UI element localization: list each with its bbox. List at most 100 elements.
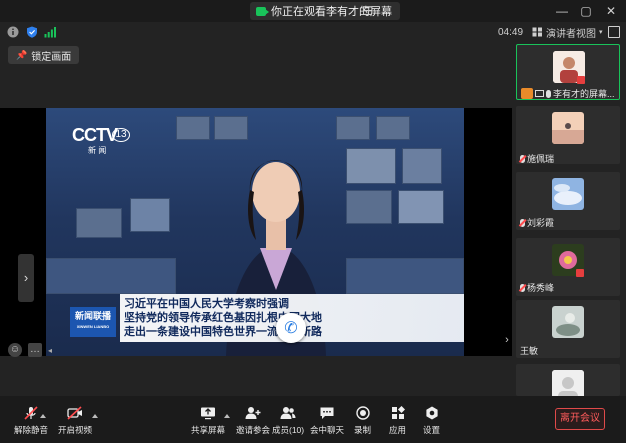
chevron-right-icon[interactable]: › — [502, 330, 512, 350]
studio-monitor — [130, 198, 170, 232]
share-status-text: 你正在观看李有才的屏幕 — [271, 6, 392, 18]
apps-button[interactable]: 应用 — [389, 406, 406, 436]
screen-share-icon — [535, 90, 544, 97]
tile-name-row: 施佩瑞 — [520, 152, 554, 165]
apps-icon — [390, 406, 406, 420]
participant-name: 施佩瑞 — [527, 154, 555, 164]
record-label: 录制 — [354, 425, 372, 435]
view-mode-dropdown[interactable]: 演讲者视图 ▾ — [532, 25, 603, 40]
shield-icon[interactable] — [26, 26, 38, 38]
share-screen-button[interactable]: 共享屏幕 — [191, 406, 225, 436]
reaction-tools: ☺ … ◂ — [8, 343, 52, 357]
badge-icon — [577, 76, 585, 84]
settings-label: 设置 — [423, 425, 441, 435]
meeting-timer: 04:49 — [498, 27, 524, 38]
chevron-up-icon[interactable] — [224, 414, 230, 418]
participant-tile[interactable]: 施佩瑞 — [516, 106, 620, 164]
chevron-right-icon[interactable]: › — [18, 254, 34, 302]
tile-name-row: 李有才的屏幕... — [521, 87, 615, 100]
invite-button[interactable]: 邀请参会 — [236, 406, 270, 436]
chevron-down-icon: ▾ — [599, 29, 603, 36]
participant-name: 杨秀峰 — [527, 283, 555, 293]
screen-share-icon — [200, 406, 216, 420]
lock-screen-label: 锁定画面 — [31, 51, 72, 63]
host-icon — [521, 88, 533, 99]
emoji-icon[interactable]: ☺ — [8, 343, 22, 357]
settings-button[interactable]: 设置 — [423, 406, 440, 436]
studio-monitor — [346, 190, 392, 224]
participant-tile[interactable]: 刘彩霞 — [516, 172, 620, 230]
avatar — [552, 306, 584, 338]
shared-screen-area: CCTV 13 新 闻 新闻联播 XINWEN LIANBO 习近平在中国人民大… — [0, 108, 512, 356]
comment-icon[interactable]: … — [28, 343, 42, 357]
tile-name-row: 王敏 — [520, 344, 538, 357]
minimize-icon[interactable]: — — [554, 3, 570, 19]
lock-screen-button[interactable]: 📌 锁定画面 — [8, 46, 80, 64]
program-logo: 新闻联播 XINWEN LIANBO — [70, 307, 116, 337]
studio-monitor — [398, 190, 444, 224]
meeting-window: 你正在观看李有才的屏幕 ☰ — ▢ ✕ 04:49 演讲者视图 ▾ 📌 锁定画面 — [0, 0, 626, 443]
view-mode-label: 演讲者视图 — [546, 28, 596, 40]
members-label: 成员(10) — [272, 425, 305, 435]
unmute-label: 解除静音 — [14, 425, 49, 435]
start-video-label: 开启视频 — [58, 425, 93, 435]
list-icon[interactable]: ☰ — [362, 4, 373, 18]
record-button[interactable]: 录制 — [354, 406, 371, 436]
program-logo-text: 新闻联播 — [74, 311, 111, 321]
participant-tile[interactable] — [516, 364, 620, 402]
pin-icon: 📌 — [16, 49, 28, 60]
channel-subtitle: 新 闻 — [88, 146, 107, 155]
studio-monitor — [376, 116, 410, 140]
program-logo-subtext: XINWEN LIANBO — [76, 324, 110, 329]
share-screen-label: 共享屏幕 — [191, 425, 226, 435]
channel-number: 13 — [112, 128, 130, 142]
participant-name: 王敏 — [520, 346, 539, 356]
studio-monitor — [76, 208, 122, 238]
participant-name: 刘彩霞 — [527, 218, 555, 228]
phone-icon[interactable]: ✆ — [276, 313, 306, 343]
title-bar: 你正在观看李有才的屏幕 ☰ — ▢ ✕ — [0, 0, 626, 22]
avatar — [552, 112, 584, 144]
chevron-up-icon[interactable] — [92, 414, 98, 418]
mic-off-icon — [23, 406, 39, 420]
chat-button[interactable]: 会中聊天 — [310, 406, 344, 436]
maximize-icon[interactable]: ▢ — [578, 3, 594, 19]
participant-name: 李有才的屏幕... — [553, 89, 615, 99]
apps-label: 应用 — [389, 425, 407, 435]
collapse-left-icon[interactable]: ◂ — [48, 346, 52, 355]
studio-monitor — [346, 148, 396, 184]
grid-view-icon — [532, 27, 542, 37]
video-off-icon — [67, 406, 83, 420]
add-user-icon — [245, 406, 261, 420]
info-bar: 04:49 演讲者视图 ▾ — [0, 22, 626, 42]
studio-monitor — [402, 148, 442, 184]
leave-meeting-button[interactable]: 离开会议 — [555, 408, 605, 430]
participant-tile[interactable]: 杨秀峰 — [516, 238, 620, 296]
participant-tile[interactable]: 王敏 — [516, 300, 620, 358]
members-icon — [280, 406, 296, 420]
screen-share-icon — [256, 6, 269, 16]
tile-name-row: 杨秀峰 — [520, 281, 554, 294]
avatar — [552, 178, 584, 210]
close-icon[interactable]: ✕ — [603, 3, 619, 19]
mic-muted-icon — [520, 154, 525, 163]
start-video-button[interactable]: 开启视频 — [58, 406, 92, 436]
share-status-pill[interactable]: 你正在观看李有才的屏幕 — [250, 2, 400, 20]
studio-monitor — [176, 116, 210, 140]
mic-muted-icon — [520, 283, 525, 292]
fullscreen-icon[interactable] — [608, 26, 620, 38]
participant-tile-screen-sharer[interactable]: 李有才的屏幕... — [516, 44, 620, 100]
unmute-button[interactable]: 解除静音 — [14, 406, 48, 436]
studio-monitor — [336, 116, 370, 140]
chat-icon — [319, 406, 335, 420]
channel-logo: CCTV — [72, 125, 118, 145]
tile-name-row: 刘彩霞 — [520, 216, 554, 229]
chevron-up-icon[interactable] — [40, 414, 46, 418]
info-icon[interactable] — [7, 26, 19, 38]
gear-icon — [424, 406, 440, 420]
mic-icon — [546, 89, 551, 98]
invite-label: 邀请参会 — [236, 425, 271, 435]
signal-icon[interactable] — [44, 26, 56, 38]
badge-icon — [576, 269, 584, 277]
members-button[interactable]: 成员(10) — [272, 406, 304, 436]
